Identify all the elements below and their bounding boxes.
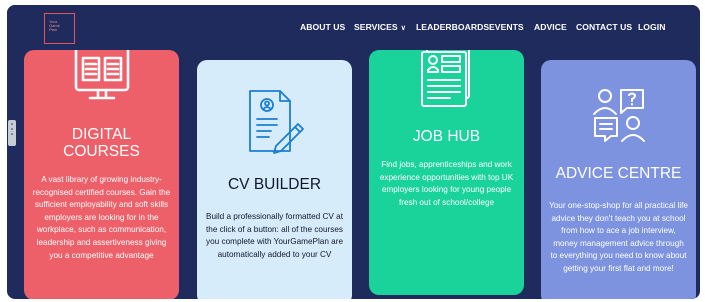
card-digital-courses[interactable]: DIGITAL COURSES A vast library of growin… xyxy=(24,50,179,299)
nav-advice[interactable]: ADVICE xyxy=(534,22,567,32)
nav-leaderboards[interactable]: LEADERBOARDS xyxy=(416,22,489,32)
nav-login[interactable]: LOGIN xyxy=(638,22,665,32)
card-description: Your one-stop-shop for all practical lif… xyxy=(549,201,688,273)
card-title: CV BUILDER xyxy=(227,176,322,193)
page: Your Game Plan ABOUT US SERVICES ∨ LEADERBO… xyxy=(7,5,700,299)
card-title-line-2: COURSES xyxy=(63,143,140,160)
nav-events[interactable]: EVENTS xyxy=(489,22,524,32)
side-drag-handle[interactable] xyxy=(8,120,16,146)
chevron-down-icon: ∨ xyxy=(400,25,406,32)
card-description: A vast library of growing industry-recog… xyxy=(32,175,171,260)
job-listing-icon xyxy=(421,50,470,107)
nav-contact-us[interactable]: CONTACT US xyxy=(576,22,632,32)
card-job-hub[interactable]: JOB HUB Find jobs, apprenticeships and w… xyxy=(369,50,524,295)
card-cv-builder[interactable]: CV BUILDER Build a professionally format… xyxy=(197,60,352,299)
cv-document-pencil-icon xyxy=(249,90,304,154)
top-navbar: Your Game Plan ABOUT US SERVICES ∨ LEADERBO… xyxy=(7,5,700,51)
card-advice-centre[interactable]: ADVICE CENTRE Your one-stop-shop for all… xyxy=(541,60,696,299)
card-description: Find jobs, apprenticeships and work expe… xyxy=(379,160,514,207)
nav-services[interactable]: SERVICES ∨ xyxy=(354,22,406,32)
advice-chat-icon xyxy=(593,89,645,142)
card-description: Build a professionally formatted CV at t… xyxy=(206,212,343,259)
card-title: DIGITAL COURSES xyxy=(24,126,179,160)
nav-about-us[interactable]: ABOUT US xyxy=(300,22,345,32)
card-title: JOB HUB xyxy=(412,128,481,145)
nav-services-label: SERVICES xyxy=(354,22,398,32)
laptop-book-icon xyxy=(74,50,130,100)
card-title-line-1: DIGITAL xyxy=(71,126,132,143)
card-title: ADVICE CENTRE xyxy=(555,165,682,182)
site-logo[interactable]: Your Game Plan xyxy=(44,13,75,44)
